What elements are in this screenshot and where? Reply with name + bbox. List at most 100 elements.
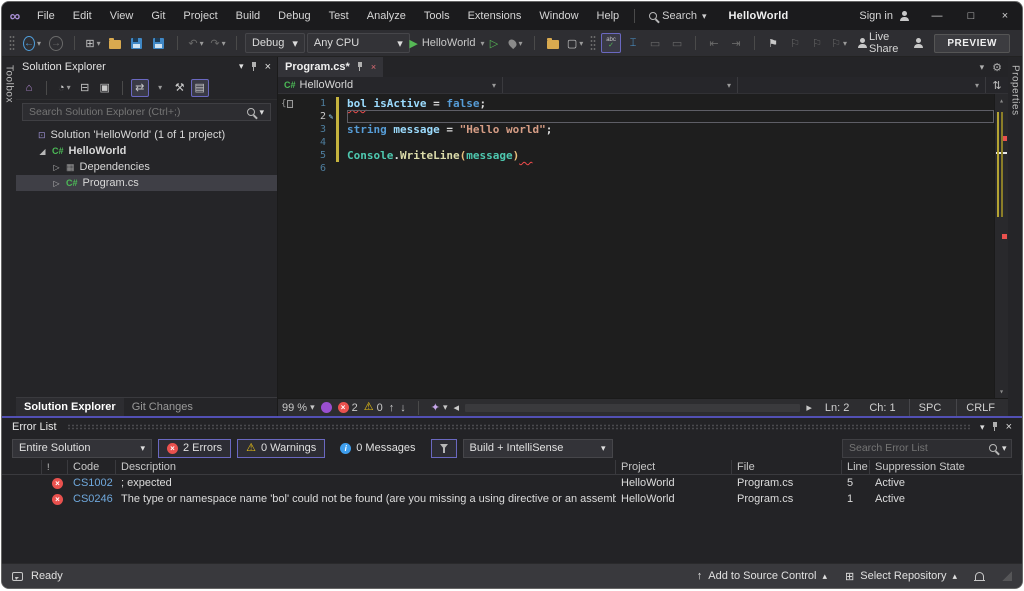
code-cleanup-button[interactable]: ✦ ▾ — [431, 401, 448, 414]
messages-filter-toggle[interactable]: i 0 Messages — [331, 439, 424, 458]
menu-item-project[interactable]: Project — [174, 2, 226, 30]
document-health-icon[interactable] — [321, 402, 332, 413]
line-column-header[interactable]: Line — [842, 460, 870, 474]
tab-list-dropdown-icon[interactable]: ▾ — [980, 62, 985, 73]
close-icon[interactable]: × — [1006, 421, 1012, 433]
new-project-button[interactable]: ⊞▾ — [83, 33, 103, 53]
preview-button[interactable]: PREVIEW — [934, 34, 1010, 53]
hot-reload-button[interactable]: ▾ — [506, 33, 526, 53]
menu-item-view[interactable]: View — [101, 2, 143, 30]
search-box[interactable]: Search ▾ — [641, 10, 714, 22]
source-filter-dropdown[interactable]: Build + IntelliSense ▾ — [463, 439, 613, 458]
zoom-dropdown[interactable]: 99 % ▾ — [282, 402, 315, 414]
uncomment-button[interactable]: ▭ — [667, 33, 687, 53]
switch-views-button[interactable]: ⌂ — [20, 79, 38, 97]
save-all-button[interactable] — [149, 33, 169, 53]
hscroll-right-button[interactable]: ▸ — [806, 401, 812, 414]
pending-changes-filter-button[interactable]: ◔▾ — [55, 79, 74, 97]
collapse-all-button[interactable]: ⊟ — [76, 79, 94, 97]
file-column-header[interactable]: File — [732, 460, 842, 474]
toolbar-grip[interactable] — [9, 35, 15, 51]
quick-action-brush-icon[interactable]: ✎ — [326, 112, 336, 121]
find-in-files-button[interactable] — [543, 33, 563, 53]
toggle-bookmark-button[interactable]: ⚑ — [763, 33, 783, 53]
tree-item-program-cs[interactable]: ▷C#Program.cs — [16, 175, 277, 191]
pin-icon[interactable] — [250, 62, 259, 72]
filter-button[interactable] — [431, 439, 457, 458]
code-line-1[interactable]: {1bol isActive = false; — [278, 97, 994, 110]
horizontal-scrollbar[interactable] — [465, 404, 800, 412]
pin-icon[interactable] — [356, 62, 365, 72]
minimize-button[interactable]: — — [920, 2, 954, 30]
sync-options-dropdown[interactable]: ▾ — [151, 79, 169, 97]
tab-program-cs[interactable]: Program.cs* × — [278, 57, 383, 77]
gear-icon[interactable]: ⚙ — [992, 61, 1002, 74]
menu-item-extensions[interactable]: Extensions — [459, 2, 531, 30]
solution-explorer-search[interactable]: ▾ — [22, 103, 271, 121]
clear-bookmarks-button[interactable]: ⚐▾ — [829, 33, 849, 53]
panel-drag-handle[interactable] — [67, 424, 970, 430]
menu-item-tools[interactable]: Tools — [415, 2, 459, 30]
properties-tab[interactable]: Properties — [1010, 65, 1021, 116]
menu-item-window[interactable]: Window — [530, 2, 587, 30]
live-share-button[interactable]: Live Share — [851, 31, 908, 55]
line-indicator[interactable]: Ln: 2 — [818, 402, 856, 414]
feedback-button[interactable] — [908, 33, 928, 53]
comment-button[interactable]: ▭ — [645, 33, 665, 53]
previous-issue-button[interactable]: ↑ — [389, 402, 395, 414]
toolbox-tab[interactable]: Toolbox — [4, 65, 15, 103]
hscroll-left-button[interactable]: ◂ — [453, 401, 459, 414]
select-repository-button[interactable]: ⊞ Select Repository ▴ — [845, 570, 957, 583]
intellisense-cursor-button[interactable]: ⌶ — [623, 33, 643, 53]
scroll-up-icon[interactable]: ▴ — [995, 96, 1008, 105]
panel-menu-icon[interactable]: ▾ — [980, 422, 985, 433]
resize-grip[interactable] — [1002, 571, 1012, 581]
eol-mode-indicator[interactable]: CRLF — [956, 399, 1004, 416]
tree-item-solution-helloworld-1-of-1-project[interactable]: ⊡Solution 'HelloWorld' (1 of 1 project) — [16, 127, 277, 143]
error-count-indicator[interactable]: × 2 — [338, 402, 358, 414]
menu-item-file[interactable]: File — [28, 2, 64, 30]
code-line-4[interactable]: 4 — [278, 136, 994, 149]
space-mode-indicator[interactable]: SPC — [909, 399, 951, 416]
type-dropdown[interactable]: ▾ — [503, 77, 738, 93]
code-line-3[interactable]: 3string message = "Hello world"; — [278, 123, 994, 136]
tree-item-helloworld[interactable]: ◢C#HelloWorld — [16, 143, 277, 159]
code-line-5[interactable]: 5Console.WriteLine(message) — [278, 149, 994, 162]
tab-git-changes[interactable]: Git Changes — [124, 398, 201, 416]
code-cell[interactable]: CS1002 — [68, 477, 116, 489]
scope-dropdown[interactable]: Entire Solution ▾ — [12, 439, 152, 458]
severity-sort-column[interactable]: ! — [42, 460, 68, 474]
close-icon[interactable]: × — [265, 61, 271, 73]
description-column-header[interactable]: Description — [116, 460, 616, 474]
tab-solution-explorer[interactable]: Solution Explorer — [16, 398, 124, 416]
expander-icon[interactable]: ◢ — [38, 147, 47, 156]
error-row-cs1002[interactable]: ×CS1002; expectedHelloWorldProgram.cs5Ac… — [2, 475, 1022, 491]
suppression-column-header[interactable]: Suppression State — [870, 460, 1022, 474]
vertical-scrollbar[interactable]: ▴ ▾ — [994, 94, 1008, 398]
expander-icon[interactable]: ▷ — [52, 179, 61, 188]
tree-item-dependencies[interactable]: ▷▦Dependencies — [16, 159, 277, 175]
error-row-cs0246[interactable]: ×CS0246The type or namespace name 'bol' … — [2, 491, 1022, 507]
save-button[interactable] — [127, 33, 147, 53]
sync-with-active-document-button[interactable]: ⇄ — [131, 79, 149, 97]
outline-margin-icon[interactable]: { — [278, 99, 300, 109]
start-without-debugging-button[interactable]: ▷ — [484, 33, 504, 53]
close-button[interactable]: × — [988, 2, 1022, 30]
expander-icon[interactable]: ▷ — [52, 163, 61, 172]
undo-button[interactable]: ↶▾ — [186, 33, 206, 53]
member-dropdown[interactable]: ▾ — [738, 77, 986, 93]
maximize-button[interactable]: □ — [954, 2, 988, 30]
panel-menu-icon[interactable]: ▾ — [239, 61, 244, 72]
configuration-dropdown[interactable]: Debug▾ — [245, 33, 305, 53]
warning-count-indicator[interactable]: ⚠ 0 — [364, 402, 383, 414]
show-all-files-button[interactable]: ▤ — [191, 79, 209, 97]
add-to-source-control-button[interactable]: ↑ Add to Source Control ▴ — [697, 570, 827, 582]
menu-item-test[interactable]: Test — [320, 2, 358, 30]
spell-checker-toggle[interactable]: abc ✓ — [601, 33, 621, 53]
code-line-6[interactable]: 6 — [278, 162, 994, 175]
code-cell[interactable]: CS0246 — [68, 493, 116, 505]
navigate-back-button[interactable]: ←▾ — [20, 33, 44, 53]
previous-bookmark-button[interactable]: ⚐ — [785, 33, 805, 53]
code-column-header[interactable]: Code — [68, 460, 116, 474]
next-bookmark-button[interactable]: ⚐ — [807, 33, 827, 53]
